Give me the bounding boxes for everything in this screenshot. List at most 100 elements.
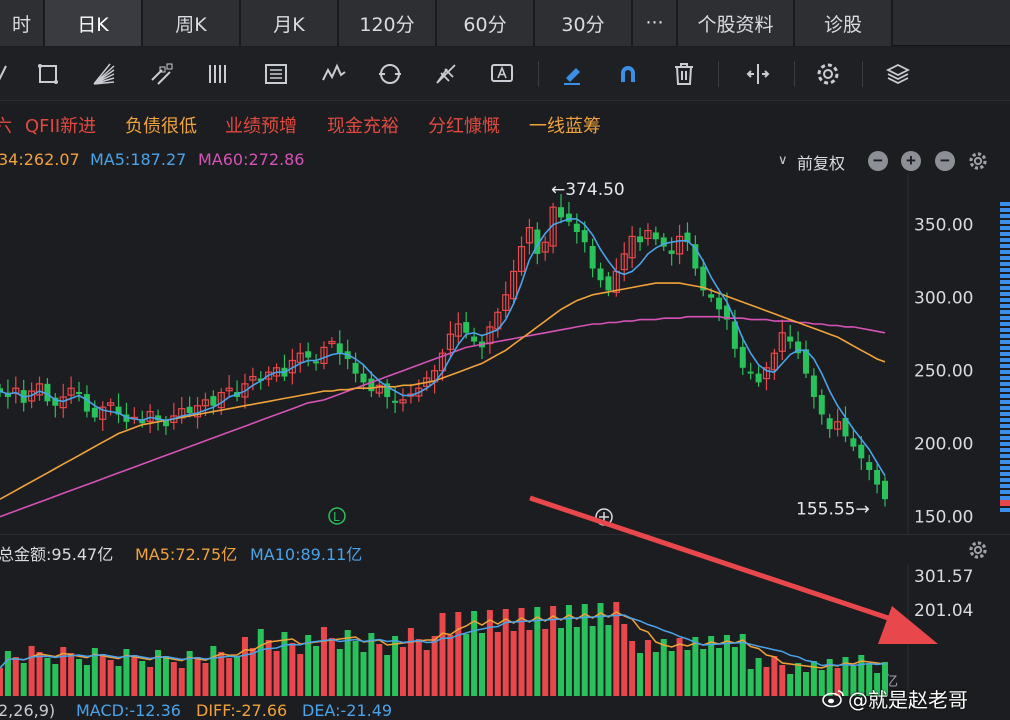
layers-icon[interactable] [882, 59, 914, 89]
volume-bar [542, 629, 549, 696]
volume-bar [376, 644, 383, 696]
depth-bar [1000, 262, 1010, 266]
volume-bar [36, 652, 43, 696]
volume-bar [241, 637, 248, 696]
volume-bar [431, 636, 438, 696]
channel-tool-icon[interactable] [146, 59, 178, 89]
stock-tag[interactable]: 负债很低 [125, 112, 197, 138]
trash-icon[interactable] [668, 59, 700, 89]
volume-bar [510, 631, 517, 696]
stock-tag[interactable]: QFII新进 [25, 112, 96, 138]
vertical-lines-icon[interactable] [202, 59, 234, 89]
volume-bar [139, 661, 146, 696]
candle [866, 454, 873, 481]
zoom-out-icon[interactable]: − [935, 151, 955, 171]
tab-5[interactable]: 60分 [437, 0, 535, 46]
volume-bar [336, 649, 343, 696]
gear-icon[interactable] [967, 150, 989, 172]
split-view-icon[interactable] [742, 59, 774, 89]
ma-orange-line [0, 282, 886, 500]
stock-tag[interactable]: 六 [0, 112, 12, 138]
depth-bar [1000, 472, 1010, 476]
fan-tool-icon[interactable] [88, 59, 120, 89]
depth-bar [1000, 226, 1010, 230]
wave-tool-icon[interactable] [318, 59, 350, 89]
candle [502, 281, 510, 318]
tab-0[interactable]: 时 [0, 0, 45, 46]
candle [802, 340, 809, 379]
volume-bar [257, 629, 264, 696]
volume-bar [494, 632, 501, 696]
volume-bar [802, 672, 809, 696]
candle [675, 224, 684, 265]
rectangle-tool-icon[interactable] [32, 59, 64, 89]
add-marker-icon-cross [599, 512, 609, 522]
volume-bar [313, 646, 320, 696]
tab-3[interactable]: 月K [241, 0, 339, 46]
magnet-icon[interactable] [612, 59, 644, 89]
collapse-icon[interactable]: − [868, 151, 888, 171]
cycle-tool-icon[interactable] [374, 59, 406, 89]
settings-icon[interactable] [812, 59, 844, 89]
depth-bar [1000, 508, 1010, 512]
adjust-mode-select[interactable]: 前复权 [797, 150, 845, 174]
tab-4[interactable]: 120分 [339, 0, 437, 46]
volume-bar [589, 626, 596, 696]
text-label-icon[interactable] [486, 59, 518, 89]
ma5-line [0, 218, 886, 477]
candle [833, 408, 842, 437]
tab-8[interactable]: 个股资料 [678, 0, 795, 46]
depth-bar [1000, 490, 1010, 494]
candle [130, 407, 138, 424]
candle [99, 401, 107, 432]
volume-bar [573, 627, 580, 696]
volume-tick-label: 301.57 [914, 567, 973, 587]
line-tool-icon[interactable] [0, 59, 22, 89]
volume-bar [52, 664, 59, 696]
candle [328, 337, 336, 348]
tab-6[interactable]: 30分 [535, 0, 633, 46]
volume-bar [28, 646, 35, 696]
volume-chart[interactable]: 301.57201.04亿 [0, 564, 1010, 700]
tab-2[interactable]: 周K [143, 0, 241, 46]
candle [541, 236, 549, 261]
volume-bar [652, 652, 659, 696]
stock-tag[interactable]: 业绩预增 [225, 112, 297, 138]
highlighter-icon[interactable] [556, 59, 588, 89]
candle [486, 321, 494, 354]
tab-1[interactable]: 日K [45, 0, 143, 46]
stock-tag[interactable]: 分红慷慨 [428, 112, 500, 138]
volume-bar [779, 665, 786, 696]
stock-tag[interactable]: 现金充裕 [327, 112, 399, 138]
tab-9[interactable]: 诊股 [795, 0, 893, 46]
gear-icon[interactable] [967, 539, 989, 561]
depth-bar [1000, 436, 1010, 440]
candle [770, 348, 778, 380]
price-tick-label: 350.00 [914, 216, 973, 236]
volume-bar [787, 674, 794, 696]
depth-bar [1000, 238, 1010, 242]
gann-grid-icon[interactable] [260, 59, 292, 89]
zoom-in-icon[interactable]: + [901, 151, 921, 171]
tab-7[interactable]: ··· [633, 0, 678, 46]
depth-bar [1000, 442, 1010, 446]
depth-bar [1000, 310, 1010, 314]
depth-bar [1000, 340, 1010, 344]
volume-bar [526, 630, 533, 696]
candle [296, 342, 304, 373]
depth-bar [1000, 418, 1010, 422]
candlestick-chart[interactable]: 350.00 300.00 250.00 200.00 150.00 ←374.50 155… [0, 174, 1010, 534]
volume-header: 总金额:95.47亿 MA5:72.75亿 MA10:89.11亿 [0, 534, 1010, 564]
stock-tag[interactable]: 一线蓝筹 [529, 112, 601, 138]
candle [178, 396, 186, 424]
depth-bar [1000, 208, 1010, 212]
candle [35, 376, 44, 401]
chevron-down-icon[interactable]: ∨ [778, 153, 788, 168]
depth-bar [1000, 496, 1010, 500]
candle [494, 307, 502, 338]
volume-bar [202, 663, 209, 696]
fib-fan-icon[interactable] [430, 59, 462, 89]
volume-bar [178, 668, 185, 696]
ma-value-label: 34:262.07 [0, 150, 80, 169]
volume-bar [771, 656, 778, 696]
